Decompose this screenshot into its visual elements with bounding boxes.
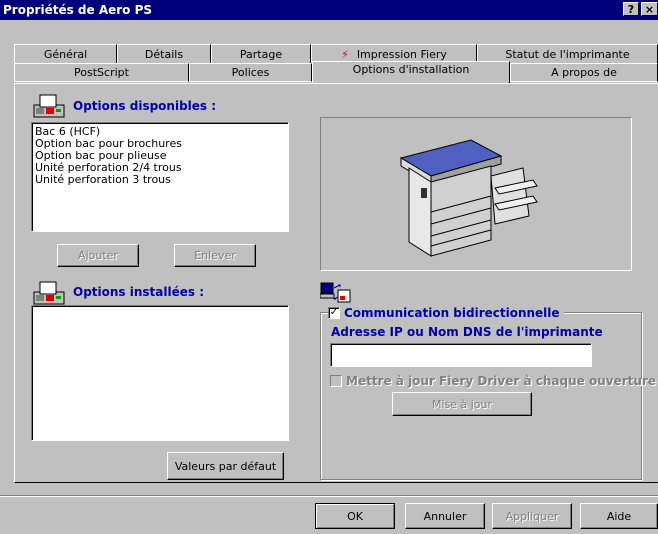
tab-label: Détails xyxy=(144,47,184,61)
tab-label: Général xyxy=(43,47,88,61)
tab-options-installation[interactable]: Options d'installation xyxy=(312,61,510,83)
tab-label: A propos de xyxy=(551,66,617,79)
update-button[interactable]: Mise à jour xyxy=(392,392,532,416)
cancel-button[interactable]: Annuler xyxy=(405,503,485,529)
copier-image xyxy=(399,139,538,257)
update-checkbox-label: Mettre à jour Fiery Driver à chaque ouve… xyxy=(346,374,656,388)
available-options-list[interactable]: Bac 6 (HCF) Option bac pour brochures Op… xyxy=(31,122,289,232)
footer-separator xyxy=(0,495,658,497)
help-footer-button[interactable]: Aide xyxy=(580,503,658,529)
ok-button[interactable]: OK xyxy=(315,503,395,529)
window-title: Propriétés de Aero PS xyxy=(3,3,153,17)
add-button[interactable]: Ajouter xyxy=(57,244,139,267)
tab-a-propos[interactable]: A propos de xyxy=(510,63,658,82)
remove-button[interactable]: Enlever xyxy=(174,244,256,267)
ip-address-label: Adresse IP ou Nom DNS de l'imprimante xyxy=(331,325,603,339)
network-communication-icon xyxy=(319,282,352,309)
help-button[interactable]: ? xyxy=(623,2,639,16)
tab-label: Polices xyxy=(231,66,270,79)
default-values-button[interactable]: Valeurs par défaut xyxy=(167,452,284,480)
tab-label: Options d'installation xyxy=(352,63,470,76)
fiery-lightning-icon: ⚡ xyxy=(341,47,349,61)
bidirectional-checkbox[interactable]: ✓ xyxy=(328,307,340,319)
update-checkbox-row[interactable]: Mettre à jour Fiery Driver à chaque ouve… xyxy=(330,374,656,388)
installed-options-heading: Options installées : xyxy=(73,285,205,299)
ip-address-input[interactable] xyxy=(330,343,592,367)
tab-postscript[interactable]: PostScript xyxy=(14,63,189,82)
printer-image-frame xyxy=(320,117,632,271)
bidirectional-checkbox-row[interactable]: ✓ Communication bidirectionnelle xyxy=(328,306,564,320)
tab-label: PostScript xyxy=(74,66,129,79)
bidirectional-checkbox-label: Communication bidirectionnelle xyxy=(344,306,560,320)
tab-details[interactable]: Détails xyxy=(117,44,211,63)
tab-general[interactable]: Général xyxy=(14,44,117,63)
tab-partage[interactable]: Partage xyxy=(211,44,311,63)
update-checkbox[interactable] xyxy=(330,375,342,387)
installed-options-list[interactable] xyxy=(31,305,289,441)
printer-option-icon xyxy=(32,93,68,122)
close-button[interactable]: × xyxy=(641,2,658,16)
available-options-heading: Options disponibles : xyxy=(73,99,217,113)
tab-label: Statut de l'imprimante xyxy=(505,47,630,61)
apply-button[interactable]: Appliquer xyxy=(492,503,572,529)
list-item[interactable]: Unité perforation 3 trous xyxy=(32,174,288,186)
title-bar: Propriétés de Aero PS ? × xyxy=(0,0,658,20)
tab-label: Impression Fiery xyxy=(356,47,447,61)
tab-label: Partage xyxy=(239,47,283,61)
tab-polices[interactable]: Polices xyxy=(189,63,312,82)
